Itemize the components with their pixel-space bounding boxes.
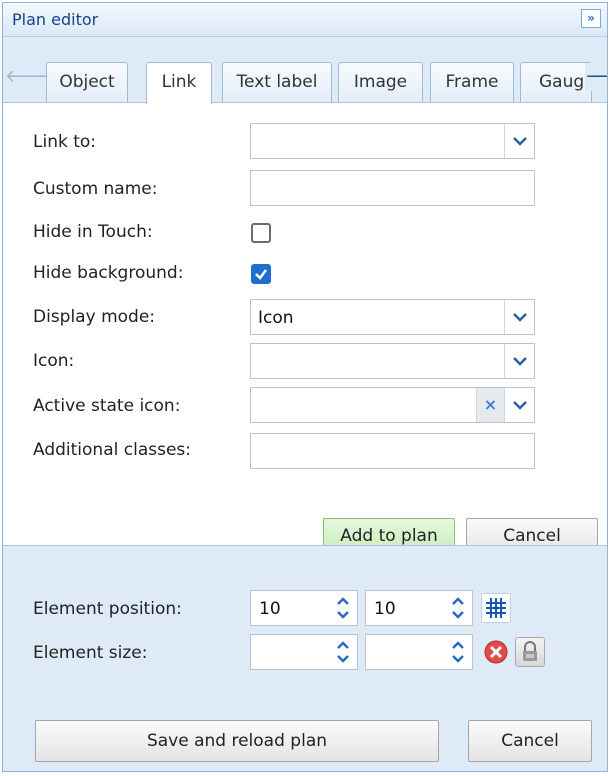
panel-title: Plan editor — [12, 10, 99, 29]
custom-name-label: Custom name: — [33, 179, 158, 199]
position-x-value: 10 — [259, 599, 281, 619]
link-to-label: Link to: — [33, 132, 97, 152]
save-and-reload-plan-button[interactable]: Save and reload plan — [35, 720, 439, 762]
element-position-label: Element position: — [33, 599, 182, 619]
icon-combo[interactable] — [250, 343, 535, 379]
spin-up-down-icon[interactable] — [444, 591, 472, 625]
plan-editor-panel: Plan editor » 🡐 Object Link Text label I… — [2, 2, 608, 772]
clear-icon[interactable]: × — [476, 388, 504, 422]
grid-icon[interactable] — [481, 593, 511, 623]
additional-classes-input[interactable] — [250, 433, 535, 469]
tab-object[interactable]: Object — [46, 62, 128, 102]
icon-label: Icon: — [33, 351, 75, 371]
tab-bar: 🡐 Object Link Text label Image Frame Gau… — [3, 37, 607, 104]
tab-text-label[interactable]: Text label — [222, 62, 332, 102]
spin-up-down-icon[interactable] — [329, 591, 357, 625]
link-form: Link to: Custom name: Hide in Touch: Hid… — [3, 103, 607, 554]
tab-gauge[interactable]: Gaug — [520, 62, 592, 102]
bottom-cancel-button[interactable]: Cancel — [468, 720, 592, 762]
tab-frame[interactable]: Frame — [430, 62, 514, 102]
chevron-down-icon[interactable] — [504, 124, 534, 158]
tab-scroll-left-icon[interactable]: 🡐 — [5, 63, 53, 91]
collapse-button[interactable]: » — [581, 9, 601, 28]
size-height-spinner[interactable] — [365, 634, 473, 670]
position-y-spinner[interactable]: 10 — [365, 590, 473, 626]
tab-scroll-right-icon[interactable]: 🡒 — [585, 63, 607, 91]
active-state-icon-label: Active state icon: — [33, 396, 181, 416]
check-icon — [255, 269, 267, 280]
lock-icon[interactable] — [515, 637, 545, 667]
hide-background-checkbox[interactable] — [251, 264, 271, 284]
tab-link[interactable]: Link — [146, 62, 212, 104]
link-to-combo[interactable] — [250, 123, 535, 159]
tab-image[interactable]: Image — [338, 62, 423, 102]
remove-icon[interactable] — [481, 637, 511, 667]
spin-up-down-icon[interactable] — [444, 635, 472, 669]
hide-background-label: Hide background: — [33, 263, 184, 283]
element-properties-panel: Element position: 10 10 Element size: Sa… — [3, 545, 607, 771]
display-mode-value: Icon — [258, 308, 294, 328]
display-mode-label: Display mode: — [33, 307, 156, 327]
additional-classes-label: Additional classes: — [33, 440, 191, 460]
hide-in-touch-label: Hide in Touch: — [33, 222, 153, 242]
position-y-value: 10 — [374, 599, 396, 619]
hide-in-touch-checkbox[interactable] — [251, 223, 271, 243]
chevron-down-icon[interactable] — [504, 300, 534, 334]
element-size-label: Element size: — [33, 643, 148, 663]
position-x-spinner[interactable]: 10 — [250, 590, 358, 626]
custom-name-input[interactable] — [250, 170, 535, 206]
display-mode-combo[interactable]: Icon — [250, 299, 535, 335]
title-bar: Plan editor » — [3, 3, 607, 37]
chevron-down-icon[interactable] — [504, 388, 534, 422]
spin-up-down-icon[interactable] — [329, 635, 357, 669]
active-state-icon-combo[interactable]: × — [250, 387, 535, 423]
chevron-down-icon[interactable] — [504, 344, 534, 378]
size-width-spinner[interactable] — [250, 634, 358, 670]
